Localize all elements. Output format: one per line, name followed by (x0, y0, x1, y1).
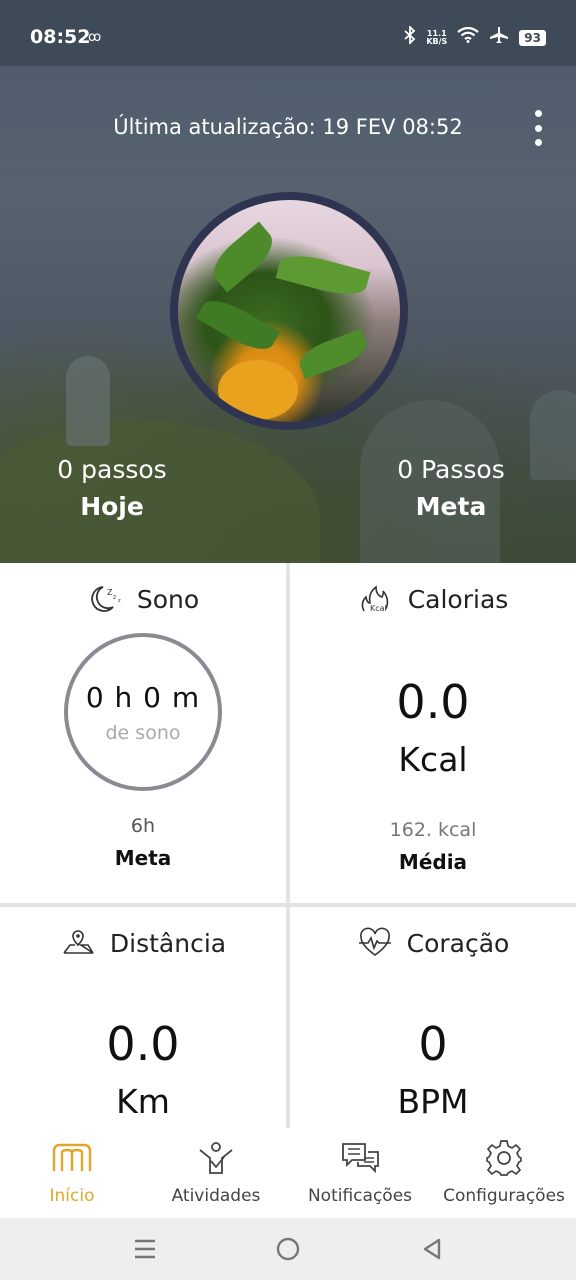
sleep-sub-label: de sono (105, 721, 181, 744)
sleep-goal-label: Meta (114, 846, 172, 870)
nav-item-activities[interactable]: Atividades (144, 1138, 288, 1206)
heart-rate-unit: BPM (397, 1082, 469, 1121)
header-hero: 08:52 ꝏ 11.1 KB/S 93 Última atualização:… (0, 0, 576, 563)
system-navigation-bar (0, 1218, 576, 1280)
heart-card[interactable]: Coração 0 BPM (290, 907, 576, 1128)
calories-unit: Kcal (398, 740, 468, 779)
nav-label-notifications: Notificações (307, 1186, 413, 1206)
svg-text:z: z (118, 598, 121, 604)
more-dot (534, 110, 542, 117)
back-button[interactable] (417, 1234, 447, 1264)
sleep-moon-icon: Z z z (87, 583, 123, 615)
more-dot (534, 139, 542, 146)
sleep-goal-value: 6h (130, 815, 156, 837)
avatar-leaf (205, 221, 281, 293)
nav-label-home: Início (49, 1186, 95, 1206)
bluetooth-icon (404, 24, 416, 49)
steps-goal-label: Meta (415, 492, 487, 521)
more-dot (534, 124, 542, 132)
metrics-grid: Z z z Sono 0 h 0 m de sono 6h Meta Kcal … (0, 563, 576, 1128)
avatar-flower (218, 360, 298, 420)
heart-rate-value: 0 (418, 1017, 448, 1071)
activity-person-icon (194, 1138, 238, 1178)
heart-card-header: Coração (290, 927, 576, 959)
nav-label-settings: Configurações (443, 1186, 565, 1206)
sleep-value: 0 h 0 m (85, 680, 201, 714)
wifi-icon (457, 26, 479, 48)
sleep-ring: 0 h 0 m de sono (64, 633, 222, 791)
avatar-leaf (275, 248, 371, 302)
distance-unit: Km (116, 1082, 170, 1121)
distance-card-header: Distância (0, 927, 286, 959)
nav-item-notifications[interactable]: Notificações (288, 1138, 432, 1206)
home-button[interactable] (273, 1234, 303, 1264)
nav-item-settings[interactable]: Configurações (432, 1138, 576, 1206)
distance-card-title: Distância (109, 928, 227, 958)
heart-card-title: Coração (406, 928, 510, 958)
steps-today-value: 0 passos (57, 455, 167, 484)
status-bar: 08:52 ꝏ 11.1 KB/S 93 (0, 0, 576, 66)
last-update-text: Última atualização: 19 FEV 08:52 (113, 115, 463, 139)
map-pin-icon (60, 927, 96, 959)
more-options-button[interactable] (530, 110, 546, 146)
home-m-icon (50, 1138, 94, 1178)
background-rock (66, 356, 110, 446)
distance-card[interactable]: Distância 0.0 Km (0, 907, 286, 1128)
calories-average-label: Média (398, 850, 468, 874)
steps-goal: 0 Passos Meta (339, 455, 563, 521)
distance-value: 0.0 (106, 1017, 180, 1071)
svg-text:Kcal: Kcal (370, 604, 387, 613)
svg-text:z: z (113, 594, 116, 601)
flame-kcal-icon: Kcal (358, 583, 394, 615)
menu-lines-icon (135, 1239, 155, 1259)
calories-average-value: 162. kcal (389, 819, 477, 841)
nav-label-activities: Atividades (171, 1186, 261, 1206)
calories-value: 0.0 (396, 675, 470, 729)
steps-goal-value: 0 Passos (397, 455, 505, 484)
network-speed: 11.1 KB/S (426, 29, 448, 46)
battery-indicator: 93 (519, 29, 546, 46)
heart-pulse-icon (357, 927, 393, 959)
avatar-leaf (195, 292, 281, 358)
bottom-navigation: Início Atividades Notificações Configura… (0, 1128, 576, 1218)
steps-today: 0 passos Hoje (0, 455, 224, 521)
steps-today-label: Hoje (80, 492, 144, 521)
calories-card[interactable]: Kcal Calorias 0.0 Kcal 162. kcal Média (290, 563, 576, 903)
back-triangle-icon (423, 1238, 441, 1260)
sleep-card-title: Sono (136, 584, 200, 614)
chat-bubbles-icon (338, 1138, 382, 1178)
voicemail-icon: ꝏ (88, 30, 102, 45)
profile-avatar[interactable] (170, 192, 408, 430)
status-icons: 11.1 KB/S 93 (404, 24, 546, 49)
recent-apps-button[interactable] (130, 1234, 160, 1264)
avatar-leaf (295, 328, 371, 380)
calories-card-header: Kcal Calorias (290, 583, 576, 615)
airplane-icon (489, 26, 509, 49)
status-time: 08:52 (30, 26, 91, 48)
calories-card-title: Calorias (407, 584, 509, 614)
gear-icon (482, 1138, 526, 1178)
nav-item-home[interactable]: Início (0, 1138, 144, 1206)
network-speed-unit: KB/S (426, 36, 448, 46)
sleep-card[interactable]: Z z z Sono 0 h 0 m de sono 6h Meta (0, 563, 286, 903)
sleep-card-header: Z z z Sono (0, 583, 286, 615)
circle-icon (276, 1237, 300, 1261)
